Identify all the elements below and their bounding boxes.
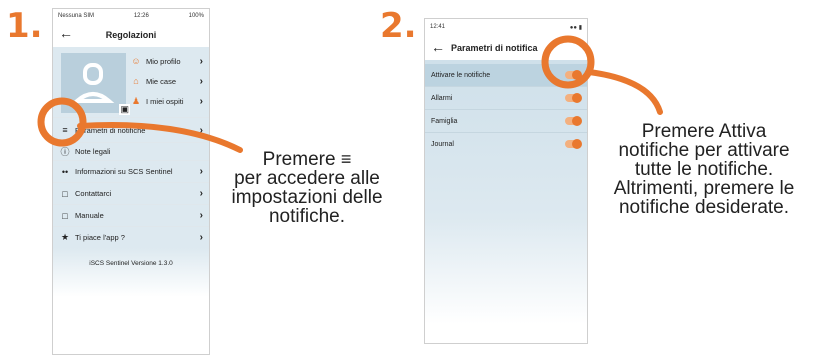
menu-item-legal-notes[interactable]: ⓘ Note legali xyxy=(53,142,209,160)
sliders-icon: ≡ xyxy=(340,149,352,169)
chevron-right-icon: › xyxy=(199,166,203,177)
menu-item-manual[interactable]: □ Manuale › xyxy=(53,204,209,226)
info-icon: ⓘ xyxy=(60,147,70,157)
menu-item-label: Informazioni su SCS Sentinel xyxy=(75,167,173,176)
profile-link-my-houses[interactable]: ⌂ Mie case › xyxy=(128,71,209,91)
page-title: Parametri di notifica xyxy=(451,42,538,53)
status-bar: 12:41 ●● ▮ xyxy=(425,19,587,35)
dots-icon: •• xyxy=(61,166,69,177)
menu-item-label: Parametri di notifiche xyxy=(75,125,146,135)
toggle-label: Famiglia xyxy=(431,117,458,125)
menu-item-label: Note legali xyxy=(75,147,111,156)
carrier-text: Nessuna SIM xyxy=(58,12,95,19)
family-toggle[interactable] xyxy=(565,116,582,126)
profile-link-my-profile[interactable]: ☺ Mio profilo › xyxy=(128,51,209,71)
time-text: 12:26 xyxy=(133,12,149,19)
guests-icon: ♟ xyxy=(131,95,141,106)
enable-all-toggle[interactable] xyxy=(565,70,582,80)
toggle-label: Attivare le notifiche xyxy=(431,71,491,79)
menu-item-contact[interactable]: □ Contattarci › xyxy=(53,182,209,204)
settings-menu: ≡ Parametri di notifiche › ⓘ Note legali… xyxy=(53,117,209,297)
toggle-row-journal[interactable]: Journal xyxy=(425,133,587,155)
menu-item-about[interactable]: •• Informazioni su SCS Sentinel › xyxy=(53,160,209,182)
profile-link-label: Mie case xyxy=(146,76,177,86)
alarms-toggle[interactable] xyxy=(565,93,582,103)
caption-line: notifiche per attivare xyxy=(618,140,790,161)
chevron-right-icon: › xyxy=(199,55,203,67)
page-title: Regolazioni xyxy=(105,29,157,40)
nav-bar: ← Regolazioni xyxy=(53,22,209,47)
step-1-number: 1. xyxy=(6,6,43,46)
caption-line: notifiche. xyxy=(268,206,346,227)
toggle-label: Allarmi xyxy=(431,94,453,102)
house-icon: ⌂ xyxy=(133,76,139,86)
caption-line: notifiche desiderate. xyxy=(618,197,790,218)
chevron-right-icon: › xyxy=(199,188,203,199)
step-2-number: 2. xyxy=(380,6,417,46)
profile-link-my-guests[interactable]: ♟ I miei ospiti › xyxy=(128,91,209,111)
toggle-row-family[interactable]: Famiglia xyxy=(425,110,587,133)
user-icon: ☺ xyxy=(131,56,141,66)
battery-text: 100% xyxy=(188,12,204,19)
toggle-row-enable-all[interactable]: Attivare le notifiche xyxy=(425,64,587,87)
instruction-caption-1: Premere ≡ per accedere alle impostazioni… xyxy=(216,149,398,227)
caption-line: Altrimenti, premere le xyxy=(613,178,795,199)
chevron-right-icon: › xyxy=(199,95,203,107)
time-text: 12:41 xyxy=(430,24,446,30)
journal-toggle[interactable] xyxy=(565,139,582,149)
menu-item-rate-app[interactable]: ★ Ti piace l'app ? › xyxy=(53,226,209,248)
signal-battery-icon: ●● ▮ xyxy=(569,24,582,31)
chevron-right-icon: › xyxy=(199,210,203,221)
caption-line: tutte le notifiche. xyxy=(634,159,774,180)
pointer-line-step2 xyxy=(586,69,663,115)
status-bar: Nessuna SIM 12:26 100% xyxy=(53,9,209,22)
toggle-row-alarms[interactable]: Allarmi xyxy=(425,87,587,110)
back-arrow-icon[interactable]: ← xyxy=(59,25,73,41)
avatar-placeholder-icon xyxy=(71,63,115,103)
menu-item-label: Ti piace l'app ? xyxy=(75,233,125,242)
sliders-icon: ≡ xyxy=(62,125,68,135)
profile-section: ▣ ☺ Mio profilo › ⌂ Mie case › ♟ I miei … xyxy=(53,47,209,117)
phone-screen-notification-settings: 12:41 ●● ▮ ← Parametri di notifica Attiv… xyxy=(424,18,588,344)
caption-line: per accedere alle xyxy=(234,168,380,189)
avatar[interactable]: ▣ xyxy=(61,53,130,115)
profile-link-label: Mio profilo xyxy=(146,56,181,66)
profile-links: ☺ Mio profilo › ⌂ Mie case › ♟ I miei os… xyxy=(128,51,209,111)
back-arrow-icon[interactable]: ← xyxy=(431,39,445,55)
version-text: iSCS Sentinel Versione 1.3.0 xyxy=(53,248,209,297)
caption-line: impostazioni delle xyxy=(231,187,383,208)
nav-bar: ← Parametri di notifica xyxy=(425,35,587,60)
chevron-right-icon: › xyxy=(199,75,203,87)
notification-list: Attivare le notifiche Allarmi Famiglia J… xyxy=(425,60,587,324)
phone-screen-settings: Nessuna SIM 12:26 100% ← Regolazioni ▣ ☺… xyxy=(52,8,210,355)
profile-link-label: I miei ospiti xyxy=(146,96,184,106)
chevron-right-icon: › xyxy=(199,124,203,136)
chat-icon: □ xyxy=(62,188,68,199)
menu-item-label: Manuale xyxy=(75,211,104,220)
menu-item-notification-settings[interactable]: ≡ Parametri di notifiche › xyxy=(53,117,209,142)
chevron-right-icon: › xyxy=(199,232,203,243)
document-icon: □ xyxy=(62,210,68,221)
caption-line: Premere Attiva xyxy=(641,121,767,142)
instruction-caption-2: Premere Attiva notifiche per attivare tu… xyxy=(595,122,813,217)
menu-item-label: Contattarci xyxy=(75,189,112,198)
toggle-label: Journal xyxy=(431,140,454,148)
star-icon: ★ xyxy=(60,232,70,242)
caption-line: Premere ≡ xyxy=(262,149,352,170)
